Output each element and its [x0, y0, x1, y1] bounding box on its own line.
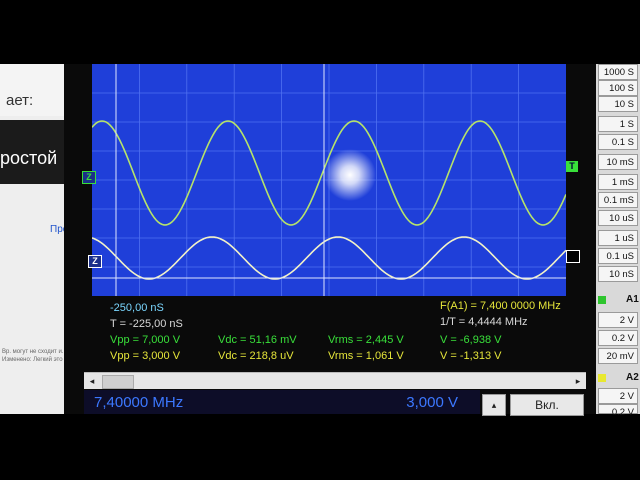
channel-a2-scale-button[interactable]: 2 V	[598, 388, 638, 404]
ch2-vpp: Vpp = 3,000 V	[110, 350, 181, 362]
generator-frequency: 7,40000 MHz	[94, 394, 184, 411]
timebase-button[interactable]: 1 mS	[598, 174, 638, 190]
channel-a2-label: A2	[626, 372, 639, 383]
timebase-button[interactable]: 10 S	[598, 96, 638, 112]
background-window-simple-text: ростой	[0, 148, 58, 168]
timebase-button[interactable]: 1000 S	[598, 64, 638, 80]
ch1-vrms: Vrms = 2,445 V	[328, 334, 404, 346]
timebase-button[interactable]: 1 uS	[598, 230, 638, 246]
channel-a1-label: A1	[626, 294, 639, 305]
generator-display: 7,40000 MHz 3,000 V	[84, 390, 480, 414]
horizontal-scrollbar[interactable]: ◂ ▸	[84, 372, 586, 389]
channel-a1-scale-button[interactable]: 20 mV	[598, 348, 638, 364]
channel-a1-scale-button[interactable]: 0.2 V	[598, 330, 638, 346]
stepper-up-icon[interactable]: ▴	[482, 394, 506, 416]
generator-amplitude: 3,000 V	[406, 394, 458, 411]
channel-a2-scale-button[interactable]: 0.2 V	[598, 404, 638, 418]
channel-a2-level-marker[interactable]	[566, 250, 580, 263]
timebase-button[interactable]: 0.1 uS	[598, 248, 638, 264]
channel-a1-color-swatch	[598, 296, 606, 304]
timebase-button[interactable]: 0.1 mS	[598, 192, 638, 208]
ch2-vrms: Vrms = 1,061 V	[328, 350, 404, 362]
background-window-question: ает:	[6, 92, 34, 109]
ch1-vdc: Vdc = 51,16 mV	[218, 334, 297, 346]
frequency-readout: F(A1) = 7,400 0000 MHz	[440, 300, 561, 312]
channel-a2-ground-marker[interactable]: Z	[88, 255, 102, 268]
settings-panel: 1000 S 100 S 10 S 1 S 0.1 S 10 mS 1 mS 0…	[596, 64, 640, 418]
ch2-v: V = -1,313 V	[440, 350, 502, 362]
timebase-button[interactable]: 0.1 S	[598, 134, 638, 150]
screen-glare	[324, 149, 376, 201]
trigger-level-marker[interactable]: T	[566, 161, 578, 172]
ch1-v: V = -6,938 V	[440, 334, 502, 346]
channel-a1-scale-button[interactable]: 2 V	[598, 312, 638, 328]
timebase-button[interactable]: 10 nS	[598, 266, 638, 282]
channel-a2-color-swatch	[598, 374, 606, 382]
cursor-time-readout: -250,00 nS	[110, 302, 164, 314]
oscilloscope-plot[interactable]	[92, 64, 566, 296]
period-readout: T = -225,00 nS	[110, 318, 183, 330]
timebase-button[interactable]: 1 S	[598, 116, 638, 132]
scroll-thumb[interactable]	[102, 375, 134, 389]
scroll-left-arrow-icon[interactable]: ◂	[84, 373, 100, 389]
timebase-button[interactable]: 10 uS	[598, 210, 638, 226]
ch1-vpp: Vpp = 7,000 V	[110, 334, 181, 346]
timebase-button[interactable]: 100 S	[598, 80, 638, 96]
on-button[interactable]: Вкл.	[510, 394, 584, 416]
channel-a1-ground-marker[interactable]: Z	[82, 171, 96, 184]
ch2-vdc: Vdc = 218,8 uV	[218, 350, 294, 362]
timebase-button[interactable]: 10 mS	[598, 154, 638, 170]
inverse-period-readout: 1/T = 4,4444 MHz	[440, 316, 528, 328]
scroll-right-arrow-icon[interactable]: ▸	[570, 373, 586, 389]
